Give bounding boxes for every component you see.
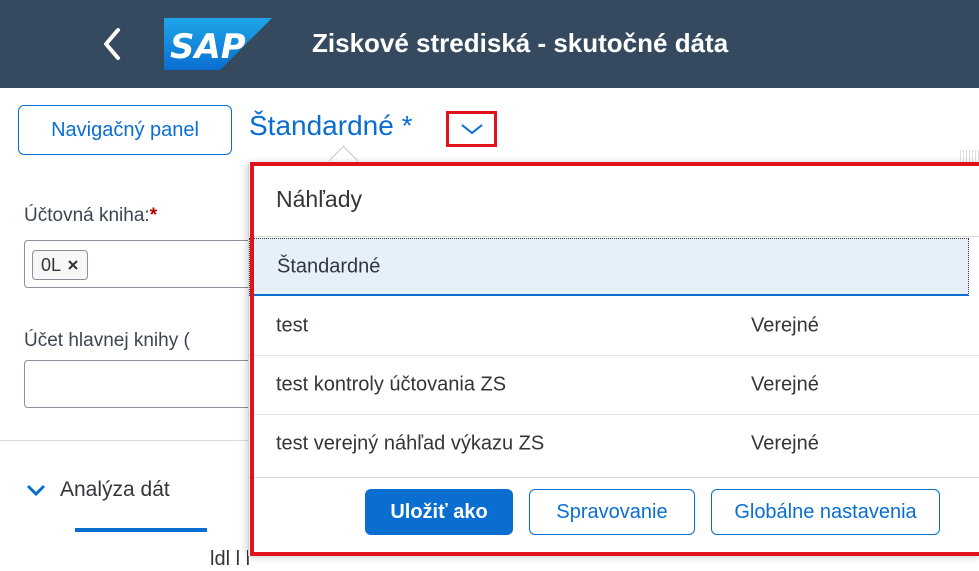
gl-account-input[interactable] — [24, 360, 284, 408]
background-pattern — [960, 150, 979, 164]
ledger-label-text: Účtovná kniha: — [24, 205, 150, 226]
back-button[interactable] — [96, 22, 130, 66]
views-popover: Náhľady Štandardné test Verejné test kon… — [248, 164, 979, 556]
ledger-label: Účtovná kniha:* — [24, 205, 157, 227]
view-name: test kontroly účtovania ZS — [276, 373, 507, 396]
view-name: Štandardné — [277, 255, 381, 277]
ledger-field[interactable]: 0L — [24, 240, 284, 288]
view-row[interactable]: test kontroly účtovania ZS Verejné — [249, 356, 969, 414]
view-scope: Verejné — [751, 432, 819, 455]
navigation-panel-button[interactable]: Navigačný panel — [18, 105, 232, 155]
view-row[interactable]: Štandardné — [249, 238, 969, 296]
close-icon[interactable] — [67, 259, 79, 271]
global-settings-button[interactable]: Globálne nastavenia — [711, 489, 940, 535]
required-marker: * — [149, 205, 158, 226]
chevron-down-icon — [26, 484, 46, 496]
manage-button[interactable]: Spravovanie — [529, 489, 695, 535]
chevron-left-icon — [104, 28, 120, 60]
filter-divider — [0, 440, 248, 441]
app-title: Ziskové strediská - skutočné dáta — [312, 28, 729, 58]
variant-title[interactable]: Štandardné * — [249, 110, 412, 142]
view-scope: Verejné — [751, 373, 819, 396]
view-name: test verejný náhľad výkazu ZS — [276, 432, 545, 455]
ledger-token[interactable]: 0L — [32, 250, 89, 280]
analysis-label: Analýza dát — [60, 478, 170, 501]
view-row[interactable]: test Verejné — [249, 297, 969, 355]
popover-footer-divider — [249, 477, 979, 478]
analysis-toggle[interactable]: Analýza dát — [26, 478, 170, 502]
analysis-tab-indicator — [75, 528, 207, 532]
popover-title: Náhľady — [276, 186, 362, 212]
view-scope: Verejné — [751, 314, 819, 337]
cut-off-text: ldl l l — [210, 548, 251, 570]
variant-dropdown-toggle[interactable] — [446, 111, 497, 147]
save-as-button[interactable]: Uložiť ako — [365, 489, 513, 535]
gl-account-label: Účet hlavnej knihy ( — [24, 330, 190, 351]
ledger-token-text: 0L — [41, 254, 62, 275]
sap-logo[interactable]: SAP — [164, 18, 272, 70]
chevron-down-icon — [460, 124, 483, 135]
sap-logo-text: SAP — [170, 27, 246, 67]
shell-bar: SAP Ziskové strediská - skutočné dáta — [0, 0, 979, 88]
view-row[interactable]: test verejný náhľad výkazu ZS Verejné — [249, 415, 969, 473]
view-name: test — [276, 314, 309, 337]
popover-divider — [249, 236, 979, 237]
